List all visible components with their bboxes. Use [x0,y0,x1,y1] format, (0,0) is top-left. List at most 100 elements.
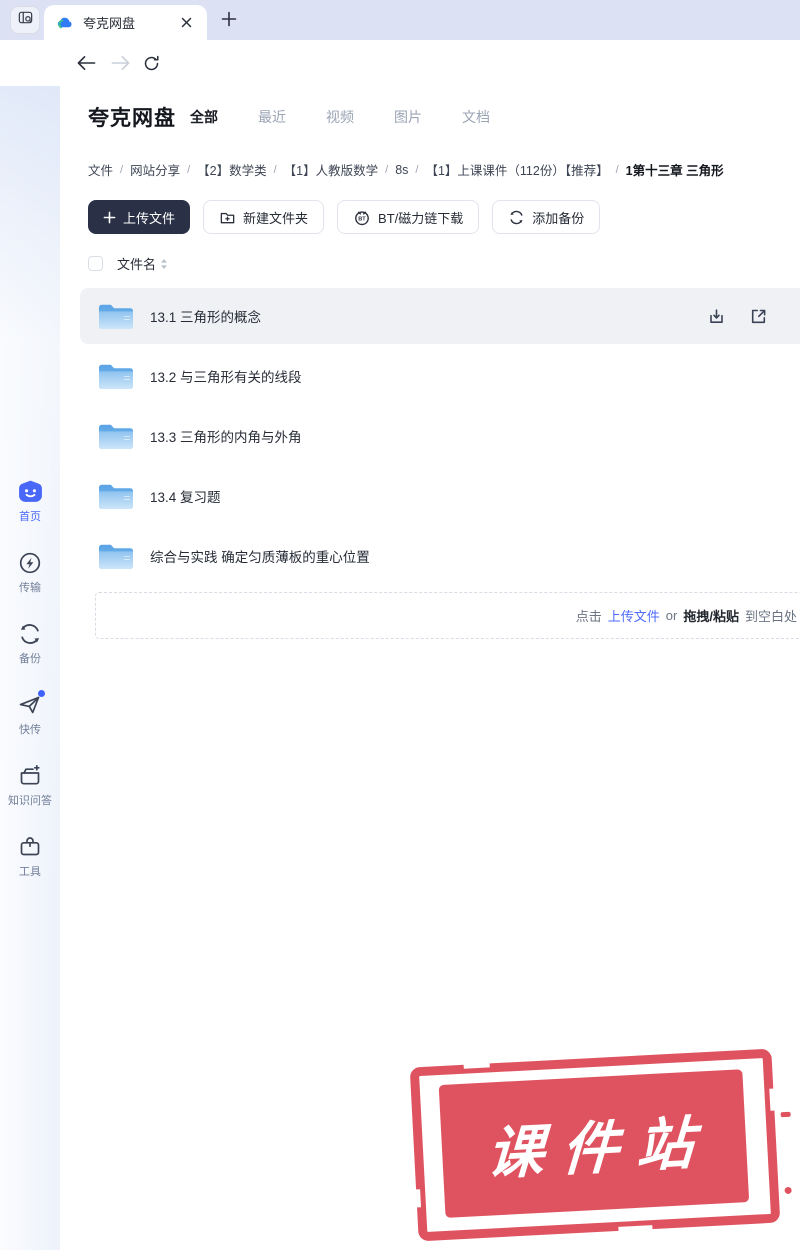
window-search-icon [17,9,34,31]
new-tab-button[interactable] [214,7,244,35]
plus-icon [221,11,237,32]
backup-sync-icon [17,620,44,647]
tab-recent[interactable]: 最近 [258,107,286,127]
workspace-search-button[interactable] [10,6,40,34]
knowledge-qa-icon [17,762,44,789]
file-row-folder[interactable]: 13.2 与三角形有关的线段 [60,346,800,406]
upload-hint-dropzone[interactable]: 点击 上传文件 or 拖拽/粘贴 到空白处 [95,592,800,639]
breadcrumb-separator: / [415,163,419,176]
sidebar-label-tools: 工具 [19,866,41,878]
sidebar-item-tools[interactable]: 工具 [0,833,60,879]
page-title: 夸克网盘 [88,107,176,130]
tab-video[interactable]: 视频 [326,107,354,127]
bt-magnet-download-button[interactable]: BT BT/磁力链下载 [337,200,480,234]
titlebar: 夸克网盘 [88,102,176,132]
notification-dot [37,690,45,697]
sidebar-item-home[interactable]: 首页 [0,478,60,524]
bt-download-icon: BT [353,208,371,226]
folder-icon [97,541,135,572]
tab-all[interactable]: 全部 [190,107,218,127]
breadcrumb-item[interactable]: 【1】上课课件（112份）【推荐】 [425,160,608,179]
hint-or: or [665,608,678,623]
tab-image[interactable]: 图片 [394,107,422,127]
kejianzhan-stamp-watermark: 课件站 [409,1048,792,1242]
file-name: 13.4 复习题 [150,490,221,505]
paper-plane-icon [17,690,45,718]
breadcrumb-item[interactable]: 8s [395,163,408,177]
folder-icon [97,481,135,512]
open-external-icon[interactable] [748,306,768,326]
breadcrumb-separator: / [187,163,191,176]
file-name: 13.2 与三角形有关的线段 [150,370,302,385]
new-folder-button[interactable]: 新建文件夹 [203,200,325,234]
stamp-text: 课件站 [484,1110,713,1187]
quark-drive-window: 夸克网盘 搜网盘、搜当前文件夹或搜全网（Ctrl + F） 首页 传输 备份 快… [0,0,800,1250]
view-tabs: 全部 最近 视频 图片 文档 [190,107,490,127]
breadcrumb-separator: / [615,163,619,176]
tab-title: 夸克网盘 [83,16,136,31]
hint-prefix: 点击 [575,609,602,624]
stamp-gap [769,1088,777,1111]
file-list-header: 文件名 [88,254,168,273]
add-backup-label: 添加备份 [532,210,585,226]
sidebar-label-fast-transfer: 快传 [19,724,41,736]
stamp-gap [414,1189,422,1208]
transfer-icon [17,549,44,576]
add-backup-icon [508,209,525,226]
forward-button[interactable] [110,53,130,73]
folder-icon [97,421,135,452]
sidebar-item-backup[interactable]: 备份 [0,620,60,666]
plus-icon [103,211,116,224]
sidebar: 首页 传输 备份 快传 知识问答 工具 [0,86,60,1250]
browser-tab-quark[interactable]: 夸克网盘 [44,5,207,40]
breadcrumb: 文件 / 网站分享 / 【2】数学类 / 【1】人教版数学 / 8s / 【1】… [88,160,724,179]
sidebar-nav: 首页 传输 备份 快传 知识问答 工具 [0,478,60,904]
sidebar-item-knowledge-qa[interactable]: 知识问答 [0,762,60,808]
sidebar-label-home: 首页 [19,511,41,523]
add-backup-button[interactable]: 添加备份 [492,200,601,234]
file-row-folder[interactable]: 13.4 复习题 [60,466,800,526]
sidebar-label-backup: 备份 [19,653,41,665]
breadcrumb-item[interactable]: 文件 [88,160,113,179]
select-all-checkbox[interactable] [88,256,103,271]
back-button[interactable] [76,53,96,73]
file-rows: 13.1 三角形的概念 13.2 与三角形有关的线段 13.3 三角形的内角与外… [60,286,800,586]
hint-upload-link[interactable]: 上传文件 [608,606,660,625]
name-column-label: 文件名 [117,257,157,272]
tab-close-icon[interactable] [177,14,195,32]
upload-file-button[interactable]: 上传文件 [88,200,191,234]
browser-toolbar [0,40,800,118]
name-column-header[interactable]: 文件名 [117,254,168,273]
action-buttons: 上传文件 新建文件夹 BT BT/磁力链下载 添加备份 [88,200,601,234]
stamp-speck [780,1111,791,1118]
breadcrumb-item[interactable]: 【2】数学类 [197,160,266,179]
folder-icon [97,361,135,392]
hint-suffix: 到空白处 [744,609,797,624]
sort-icon [160,258,168,270]
breadcrumb-item[interactable]: 网站分享 [130,160,180,179]
home-icon [17,478,44,505]
file-row-folder[interactable]: 13.1 三角形的概念 [60,286,800,346]
refresh-button[interactable] [141,53,161,73]
breadcrumb-item[interactable]: 【1】人教版数学 [284,160,378,179]
bt-download-label: BT/磁力链下载 [378,210,464,226]
file-name: 13.1 三角形的概念 [150,310,262,325]
breadcrumb-separator: / [385,163,389,176]
sidebar-item-transfer[interactable]: 传输 [0,549,60,595]
quark-logo-icon [56,14,74,32]
file-row-folder[interactable]: 13.3 三角形的内角与外角 [60,406,800,466]
stamp-core: 课件站 [438,1069,750,1218]
file-row-folder[interactable]: 综合与实践 确定匀质薄板的重心位置 [60,526,800,586]
sidebar-label-knowledge-qa: 知识问答 [8,795,52,807]
breadcrumb-current: 1第十三章 三角形 [625,164,724,178]
breadcrumb-separator: / [120,163,124,176]
upload-file-label: 上传文件 [123,210,176,226]
browser-tab-bar: 夸克网盘 [0,0,800,40]
hint-drag-label: 拖拽/粘贴 [683,609,739,624]
folder-icon [97,301,135,332]
sidebar-item-fast-transfer[interactable]: 快传 [0,690,60,737]
new-folder-icon [219,209,236,226]
download-icon[interactable] [706,306,726,326]
tab-document[interactable]: 文档 [462,107,490,127]
sidebar-label-transfer: 传输 [19,582,41,594]
